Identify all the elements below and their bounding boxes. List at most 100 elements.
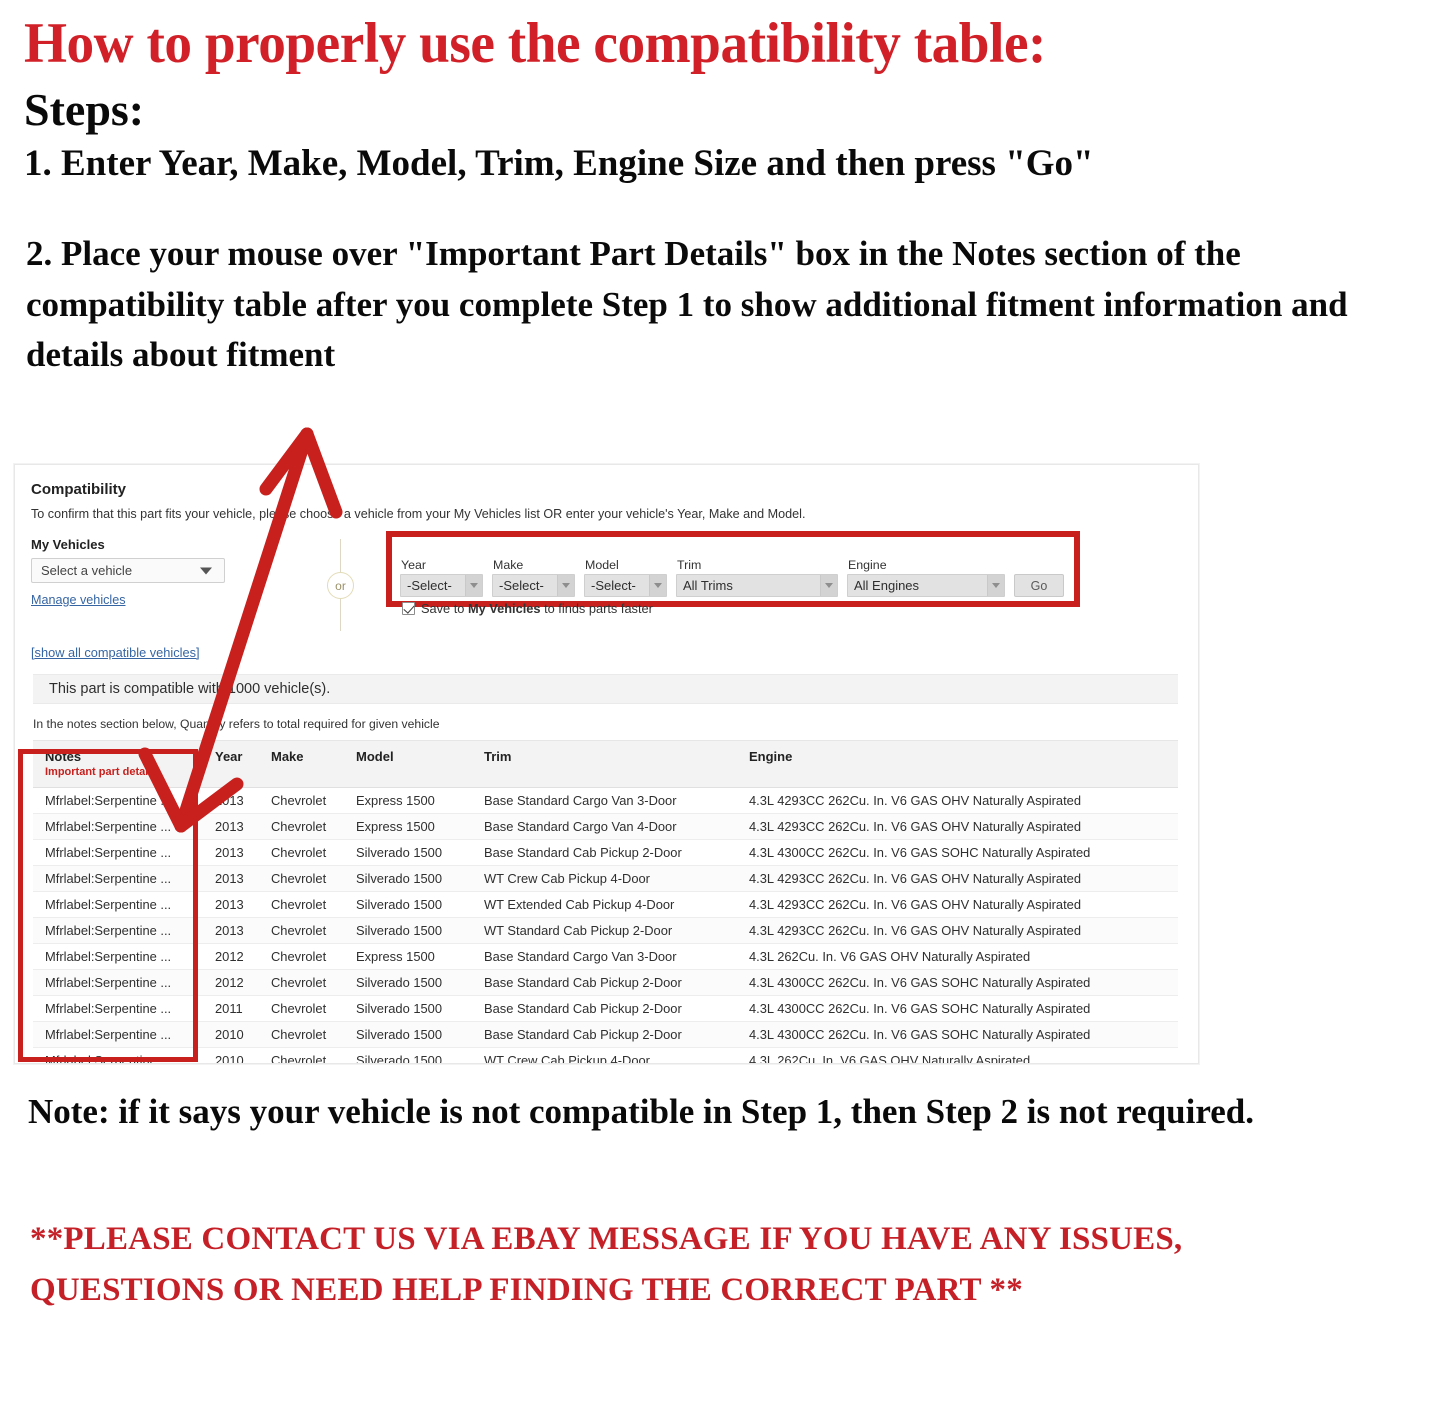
- trim-select-value: All Trims: [683, 578, 733, 593]
- header-notes-sublabel: Important part details: [45, 766, 158, 778]
- cell-year: 2011: [203, 995, 259, 1022]
- cell-model: Silverado 1500: [344, 891, 472, 918]
- go-button[interactable]: Go: [1014, 574, 1064, 597]
- cell-model: Silverado 1500: [344, 969, 472, 996]
- table-row: Mfrlabel:Serpentine ... 2013 Chevrolet Silv…: [33, 865, 1178, 892]
- cell-make: Chevrolet: [259, 891, 344, 918]
- chevron-down-icon: [820, 575, 837, 596]
- cell-year: 2012: [203, 969, 259, 996]
- cell-model: Silverado 1500: [344, 1047, 472, 1063]
- cell-year: 2013: [203, 839, 259, 866]
- year-select[interactable]: -Select-: [400, 574, 483, 597]
- cell-make: Chevrolet: [259, 865, 344, 892]
- quantity-note: In the notes section below, Quantity ref…: [33, 717, 440, 731]
- cell-trim: Base Standard Cargo Van 4-Door: [472, 813, 737, 840]
- cell-make: Chevrolet: [259, 917, 344, 944]
- header-notes: Notes Important part details: [33, 740, 203, 788]
- header-engine: Engine: [737, 740, 1178, 788]
- compatibility-heading: Compatibility: [31, 481, 127, 498]
- instructions-header: How to properly use the compatibility ta…: [0, 14, 1445, 381]
- vehicle-select-dropdown[interactable]: Select a vehicle: [31, 558, 225, 583]
- cell-notes[interactable]: Mfrlabel:Serpentine ...: [33, 917, 203, 944]
- chevron-down-icon: [200, 567, 212, 574]
- show-all-compatible-vehicles-link[interactable]: [show all compatible vehicles]: [31, 645, 200, 660]
- table-row: Mfrlabel:Serpentine ... 2013 Chevrolet Silv…: [33, 891, 1178, 918]
- manage-vehicles-link[interactable]: Manage vehicles: [31, 593, 126, 607]
- cell-notes[interactable]: Mfrlabel:Serpentine ...: [33, 943, 203, 970]
- steps-label: Steps:: [24, 83, 145, 135]
- cell-model: Express 1500: [344, 787, 472, 814]
- header-year: Year: [203, 740, 259, 788]
- table-row: Mfrlabel:Serpentine ... 2013 Chevrolet Expr…: [33, 813, 1178, 840]
- cell-engine: 4.3L 4293CC 262Cu. In. V6 GAS OHV Natura…: [737, 917, 1178, 944]
- cell-notes[interactable]: Mfrlabel:Serpentine ...: [33, 1047, 203, 1063]
- cell-engine: 4.3L 4293CC 262Cu. In. V6 GAS OHV Natura…: [737, 891, 1178, 918]
- trim-label: Trim: [677, 558, 702, 572]
- cell-notes[interactable]: Mfrlabel:Serpentine ...: [33, 839, 203, 866]
- compatible-count-banner: This part is compatible with 1000 vehicl…: [33, 674, 1178, 704]
- table-row: Mfrlabel:Serpentine ... 2013 Chevrolet Expr…: [33, 787, 1178, 814]
- fitment-table-body: Mfrlabel:Serpentine ... 2013 Chevrolet Expr…: [33, 787, 1178, 1063]
- table-header-row: Notes Important part details Year Make M…: [33, 740, 1178, 788]
- footer-note: Note: if it says your vehicle is not com…: [28, 1092, 1254, 1131]
- year-field: Year -Select-: [400, 558, 483, 597]
- cell-notes[interactable]: Mfrlabel:Serpentine ...: [33, 865, 203, 892]
- cell-notes[interactable]: Mfrlabel:Serpentine ...: [33, 813, 203, 840]
- cell-year: 2013: [203, 865, 259, 892]
- make-select[interactable]: -Select-: [492, 574, 575, 597]
- cell-trim: WT Standard Cab Pickup 2-Door: [472, 917, 737, 944]
- save-to-my-vehicles-row[interactable]: Save to My Vehicles to finds parts faste…: [402, 601, 653, 616]
- make-label: Make: [493, 558, 524, 572]
- model-select[interactable]: -Select-: [584, 574, 667, 597]
- save-text-before: Save to: [421, 601, 468, 616]
- step-1-text: 1. Enter Year, Make, Model, Trim, Engine…: [24, 143, 1094, 185]
- table-row: Mfrlabel:Serpentine ... 2013 Chevrolet Silv…: [33, 917, 1178, 944]
- model-select-value: -Select-: [591, 578, 636, 593]
- cell-model: Silverado 1500: [344, 865, 472, 892]
- cell-engine: 4.3L 262Cu. In. V6 GAS OHV Naturally Asp…: [737, 1047, 1178, 1063]
- trim-field: Trim All Trims: [676, 558, 838, 597]
- cell-notes[interactable]: Mfrlabel:Serpentine ...: [33, 969, 203, 996]
- cell-make: Chevrolet: [259, 813, 344, 840]
- cell-trim: WT Crew Cab Pickup 4-Door: [472, 865, 737, 892]
- header-model: Model: [344, 740, 472, 788]
- vehicle-select-value: Select a vehicle: [41, 563, 133, 578]
- cell-engine: 4.3L 4293CC 262Cu. In. V6 GAS OHV Natura…: [737, 787, 1178, 814]
- compatibility-subtitle: To confirm that this part fits your vehi…: [31, 507, 806, 521]
- trim-select[interactable]: All Trims: [676, 574, 838, 597]
- save-vehicle-checkbox[interactable]: [402, 602, 415, 615]
- fitment-table: Notes Important part details Year Make M…: [33, 740, 1178, 1063]
- chevron-down-icon: [987, 575, 1004, 596]
- year-select-value: -Select-: [407, 578, 452, 593]
- cell-trim: WT Extended Cab Pickup 4-Door: [472, 891, 737, 918]
- cell-notes[interactable]: Mfrlabel:Serpentine ...: [33, 995, 203, 1022]
- cell-notes[interactable]: Mfrlabel:Serpentine ...: [33, 787, 203, 814]
- cell-year: 2013: [203, 891, 259, 918]
- cell-trim: Base Standard Cab Pickup 2-Door: [472, 839, 737, 866]
- cell-notes[interactable]: Mfrlabel:Serpentine ...: [33, 891, 203, 918]
- cell-trim: Base Standard Cab Pickup 2-Door: [472, 969, 737, 996]
- cell-model: Express 1500: [344, 813, 472, 840]
- cell-engine: 4.3L 4300CC 262Cu. In. V6 GAS SOHC Natur…: [737, 969, 1178, 996]
- chevron-down-icon: [465, 575, 482, 596]
- model-label: Model: [585, 558, 619, 572]
- cell-year: 2013: [203, 813, 259, 840]
- cell-trim: Base Standard Cargo Van 3-Door: [472, 787, 737, 814]
- step-2-text: 2. Place your mouse over "Important Part…: [26, 233, 1348, 375]
- header-notes-label: Notes: [45, 749, 82, 764]
- engine-select[interactable]: All Engines: [847, 574, 1005, 597]
- cell-engine: 4.3L 4293CC 262Cu. In. V6 GAS OHV Natura…: [737, 813, 1178, 840]
- cell-model: Silverado 1500: [344, 1021, 472, 1048]
- cell-model: Silverado 1500: [344, 917, 472, 944]
- cell-notes[interactable]: Mfrlabel:Serpentine ...: [33, 1021, 203, 1048]
- or-divider: or: [321, 539, 361, 631]
- save-text-after: to finds parts faster: [540, 601, 653, 616]
- cell-make: Chevrolet: [259, 1047, 344, 1063]
- cell-trim: Base Standard Cab Pickup 2-Door: [472, 1021, 737, 1048]
- cell-engine: 4.3L 262Cu. In. V6 GAS OHV Naturally Asp…: [737, 943, 1178, 970]
- cell-year: 2013: [203, 917, 259, 944]
- cell-engine: 4.3L 4300CC 262Cu. In. V6 GAS SOHC Natur…: [737, 1021, 1178, 1048]
- save-checkbox-label: Save to My Vehicles to finds parts faste…: [421, 601, 653, 616]
- cell-make: Chevrolet: [259, 787, 344, 814]
- model-field: Model -Select-: [584, 558, 667, 597]
